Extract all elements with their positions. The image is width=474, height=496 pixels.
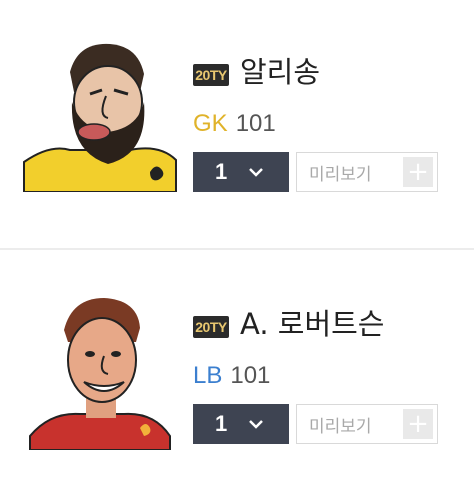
season-badge: 20TY bbox=[193, 64, 229, 86]
season-badge: 20TY bbox=[193, 316, 229, 338]
player-name: 알리송 bbox=[240, 55, 321, 89]
overall-rating: 101 bbox=[235, 110, 276, 137]
chevron-down-icon bbox=[249, 420, 264, 429]
preview-button[interactable]: 미리보기 + bbox=[296, 152, 438, 192]
level-select[interactable]: 1 bbox=[193, 404, 289, 444]
preview-label: 미리보기 bbox=[309, 416, 372, 437]
position-label: LB bbox=[193, 362, 223, 389]
chevron-down-icon bbox=[249, 168, 264, 177]
player-portrait bbox=[20, 32, 180, 193]
player-portrait bbox=[20, 290, 180, 451]
preview-label: 미리보기 bbox=[309, 164, 372, 185]
position-rating: GK 101 bbox=[193, 108, 276, 140]
plus-icon[interactable]: + bbox=[403, 157, 433, 187]
level-value: 1 bbox=[215, 411, 228, 436]
position-label: GK bbox=[193, 110, 228, 137]
player-card: 20TY 알리송 GK 101 1 미리보기 + bbox=[0, 0, 474, 200]
divider bbox=[0, 248, 474, 250]
position-rating: LB 101 bbox=[193, 360, 270, 392]
level-select[interactable]: 1 bbox=[193, 152, 289, 192]
preview-button[interactable]: 미리보기 + bbox=[296, 404, 438, 444]
player-card: 20TY A. 로버트슨 LB 101 1 미리보기 + bbox=[0, 252, 474, 452]
level-value: 1 bbox=[215, 159, 228, 184]
plus-icon[interactable]: + bbox=[403, 409, 433, 439]
overall-rating: 101 bbox=[230, 362, 271, 389]
player-name: A. 로버트슨 bbox=[240, 307, 385, 341]
